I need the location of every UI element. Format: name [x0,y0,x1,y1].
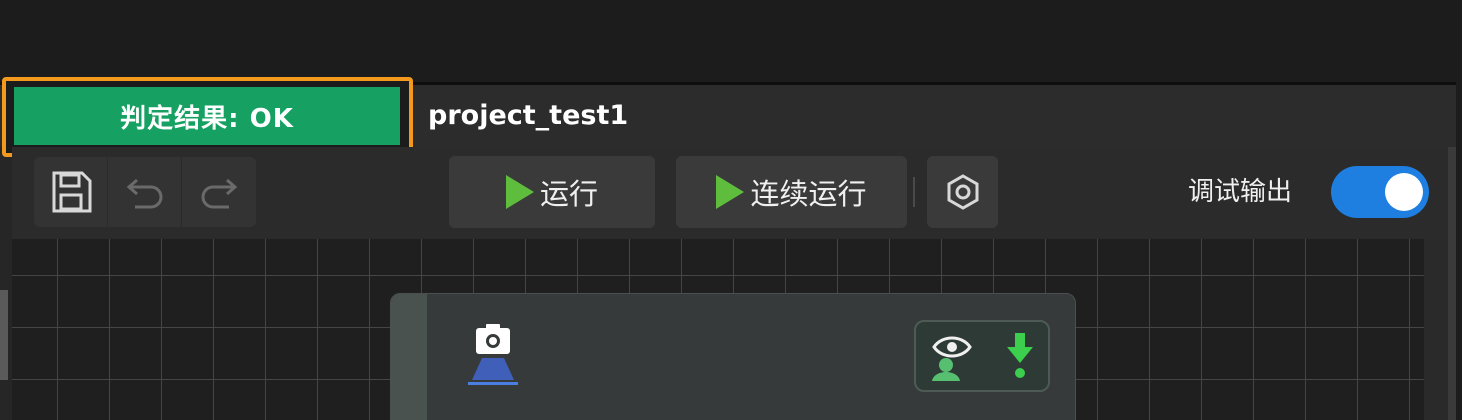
window-edge [1456,82,1462,420]
node-action-group [914,320,1050,392]
run-button-label: 运行 [539,177,598,211]
undo-button[interactable] [108,157,182,227]
debug-output-toggle[interactable] [1331,166,1429,218]
toolbar-divider [913,177,915,207]
eye-user-icon[interactable] [930,331,978,381]
judgement-result-badge: 判定结果: OK [14,87,400,145]
debug-output-label: 调试输出 [1188,177,1293,207]
save-button[interactable] [34,157,108,227]
run-continuous-button-label: 连续运行 [750,177,867,211]
canvas-side-panel [1424,239,1448,420]
play-icon [505,175,534,209]
redo-icon [201,178,238,209]
play-icon [716,175,745,209]
settings-button[interactable] [927,156,998,228]
camera-icon [468,324,518,385]
top-strip [0,0,1462,82]
redo-button[interactable] [182,157,256,227]
left-scrollbar[interactable] [0,290,8,380]
run-button[interactable]: 运行 [449,156,655,228]
undo-icon [126,178,162,209]
vertical-scrollbar[interactable] [1448,147,1456,420]
save-icon [52,171,91,213]
run-continuous-button[interactable]: 连续运行 [676,156,907,228]
toggle-knob [1385,173,1423,211]
node-side-strip [391,294,427,420]
download-arrow-icon[interactable] [1005,331,1035,381]
project-title: project_test1 [428,100,629,131]
hexagon-settings-icon [947,174,978,210]
file-button-group [34,157,256,227]
